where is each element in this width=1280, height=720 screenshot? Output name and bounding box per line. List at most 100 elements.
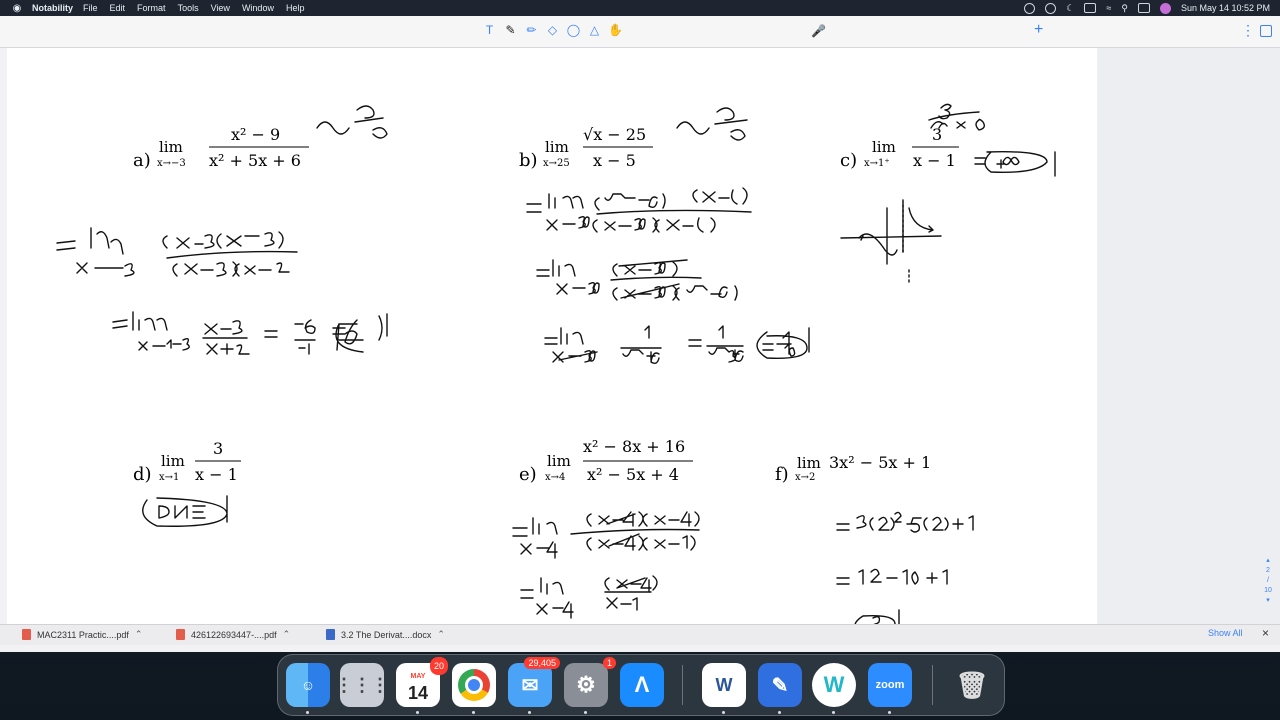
problem-c-lim: lim bbox=[872, 138, 896, 156]
calendar-badge: 20 bbox=[429, 657, 448, 675]
handwriting-ink bbox=[56, 103, 1056, 630]
page-separator: / bbox=[1267, 577, 1269, 584]
eraser-tool-icon[interactable]: ◇ bbox=[545, 23, 560, 38]
notability-app-icon[interactable]: ✎ bbox=[758, 663, 802, 707]
battery-icon[interactable] bbox=[1084, 3, 1097, 13]
chevron-up-icon[interactable]: ⌃ bbox=[437, 629, 445, 640]
calendar-app-icon[interactable]: MAY 14 20 bbox=[396, 657, 448, 707]
problem-e-lim: lim bbox=[547, 452, 571, 470]
word-app-icon[interactable]: W bbox=[702, 663, 746, 707]
problem-e-label: e) bbox=[519, 464, 537, 485]
page-scroll-up-icon[interactable]: ▴ bbox=[1261, 556, 1275, 566]
mail-app-icon[interactable]: ✉ 29,405 bbox=[508, 657, 560, 707]
zoom-app-label: zoom bbox=[875, 679, 905, 691]
right-sidebar-pane bbox=[1098, 48, 1280, 630]
spotlight-search-icon[interactable]: ⚲ bbox=[1121, 3, 1128, 14]
problem-a-numerator: x² − 9 bbox=[231, 125, 280, 144]
running-indicator bbox=[306, 711, 309, 714]
text-tool-icon[interactable]: T bbox=[482, 23, 497, 38]
lasso-tool-icon[interactable]: ◯ bbox=[566, 23, 581, 38]
problem-a-denominator: x² + 5x + 6 bbox=[209, 151, 301, 170]
running-indicator bbox=[722, 711, 725, 714]
finder-app-icon[interactable]: ☺ bbox=[286, 663, 330, 707]
running-indicator bbox=[832, 711, 835, 714]
download-item-2[interactable]: 426122693447-....pdf ⌃ bbox=[176, 629, 290, 640]
problem-d-sub: x→1 bbox=[159, 472, 179, 483]
problem-f-label: f) bbox=[775, 464, 789, 485]
hand-tool-icon[interactable]: ✋ bbox=[608, 23, 623, 38]
note-page[interactable]: a) lim x→−3 x² − 9 x² + 5x + 6 b) lim x→… bbox=[7, 48, 1097, 630]
download-item-2-name: 426122693447-....pdf bbox=[191, 629, 277, 640]
page-scroll-down-icon[interactable]: ▾ bbox=[1261, 596, 1275, 606]
menu-view[interactable]: View bbox=[211, 3, 230, 13]
menu-file[interactable]: File bbox=[83, 3, 98, 13]
menu-help[interactable]: Help bbox=[286, 3, 305, 13]
running-indicator bbox=[472, 711, 475, 714]
running-indicator bbox=[778, 711, 781, 714]
problem-a-lim: lim bbox=[159, 138, 183, 156]
download-item-1[interactable]: MAC2311 Practic....pdf ⌃ bbox=[22, 629, 142, 640]
system-settings-app-icon[interactable]: ⚙ 1 bbox=[564, 657, 616, 707]
time-machine-icon[interactable] bbox=[1045, 2, 1057, 14]
problem-c-denominator: x − 1 bbox=[913, 151, 956, 170]
app-name-menu[interactable]: Notability bbox=[32, 3, 73, 13]
problem-d-lim: lim bbox=[161, 452, 185, 470]
docx-file-icon bbox=[326, 629, 335, 640]
microphone-icon[interactable]: 🎤 bbox=[811, 24, 826, 38]
problem-b-label: b) bbox=[519, 150, 538, 171]
menu-bar-clock[interactable]: Sun May 14 10:52 PM bbox=[1181, 3, 1270, 13]
dock: ☺ ⋮⋮⋮ MAY 14 20 ✉ 29,405 ⚙ 1 Λ W ✎ W zoo… bbox=[277, 654, 1005, 716]
problem-f-lim: lim bbox=[797, 454, 821, 472]
webex-app-icon[interactable]: W bbox=[812, 663, 856, 707]
chevron-up-icon[interactable]: ⌃ bbox=[135, 629, 143, 640]
menu-window[interactable]: Window bbox=[242, 3, 274, 13]
more-options-icon[interactable]: ⋮ bbox=[1241, 22, 1255, 39]
pen-tool-icon[interactable]: ✎ bbox=[503, 23, 518, 38]
app-store-app-icon[interactable]: Λ bbox=[620, 663, 664, 707]
zoom-app-icon[interactable]: zoom bbox=[868, 663, 912, 707]
focus-moon-icon[interactable]: ☾ bbox=[1066, 3, 1074, 14]
close-downloads-bar-icon[interactable]: × bbox=[1262, 626, 1269, 640]
problem-e-numerator: x² − 8x + 16 bbox=[583, 437, 685, 456]
menu-edit[interactable]: Edit bbox=[110, 3, 126, 13]
calendar-day: 14 bbox=[407, 683, 429, 703]
problem-b-sub: x→25 bbox=[543, 158, 570, 169]
sidebar-toggle-icon[interactable] bbox=[1260, 25, 1272, 37]
shapes-tool-icon[interactable]: △ bbox=[587, 23, 602, 38]
page-indicator[interactable]: ▴ 2 / 10 ▾ bbox=[1261, 556, 1275, 606]
problem-f-expression: 3x² − 5x + 1 bbox=[829, 453, 931, 472]
editor-toolbar: T ✎ ✏ ◇ ◯ △ ✋ 🎤 + ⋮ bbox=[0, 16, 1280, 48]
menu-tools[interactable]: Tools bbox=[178, 3, 199, 13]
problem-a-sub: x→−3 bbox=[157, 158, 186, 169]
problem-a-label: a) bbox=[133, 150, 151, 171]
problem-d-label: d) bbox=[133, 464, 152, 485]
chrome-app-icon[interactable] bbox=[452, 663, 496, 707]
running-indicator bbox=[584, 711, 587, 714]
w-app-letter: W bbox=[823, 672, 845, 697]
control-center-icon[interactable] bbox=[1137, 3, 1150, 13]
highlighter-tool-icon[interactable]: ✏ bbox=[524, 23, 539, 38]
pdf-file-icon bbox=[176, 629, 185, 640]
show-all-downloads-button[interactable]: Show All bbox=[1208, 628, 1243, 638]
problem-d-numerator: 3 bbox=[213, 439, 223, 458]
total-pages-number: 10 bbox=[1264, 587, 1272, 594]
wifi-icon[interactable]: ≈ bbox=[1106, 3, 1111, 13]
problem-f-sub: x→2 bbox=[795, 472, 815, 483]
problem-e-denominator: x² − 5x + 4 bbox=[587, 465, 679, 484]
chevron-up-icon[interactable]: ⌃ bbox=[283, 629, 291, 640]
siri-icon[interactable] bbox=[1159, 2, 1171, 14]
mail-badge: 29,405 bbox=[524, 657, 560, 669]
add-page-icon[interactable]: + bbox=[1034, 21, 1043, 39]
problem-b-numerator: √x − 25 bbox=[583, 125, 646, 144]
download-item-1-name: MAC2311 Practic....pdf bbox=[37, 629, 129, 640]
current-page-number: 2 bbox=[1266, 567, 1270, 574]
notability-window: T ✎ ✏ ◇ ◯ △ ✋ 🎤 + ⋮ a) lim x→−3 x² − 9 x… bbox=[0, 16, 1280, 652]
trash-icon[interactable]: 🗑 bbox=[950, 663, 994, 707]
menu-format[interactable]: Format bbox=[137, 3, 166, 13]
launchpad-app-icon[interactable]: ⋮⋮⋮ bbox=[335, 663, 389, 707]
download-item-3[interactable]: 3.2 The Derivat....docx ⌃ bbox=[326, 629, 445, 640]
vpn-icon[interactable] bbox=[1024, 2, 1036, 14]
settings-badge: 1 bbox=[602, 657, 616, 669]
apple-menu-icon[interactable]: ◉ bbox=[8, 3, 26, 14]
problem-d-denominator: x − 1 bbox=[195, 465, 238, 484]
